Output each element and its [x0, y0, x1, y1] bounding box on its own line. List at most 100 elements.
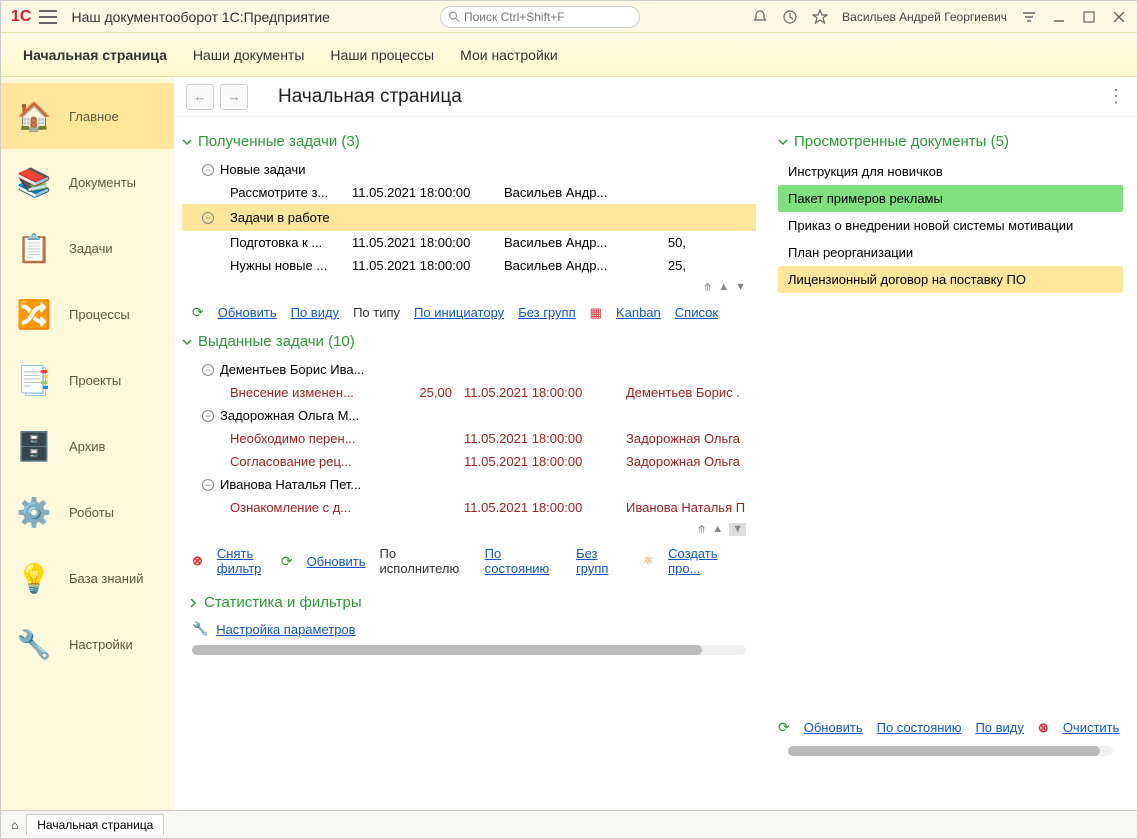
collapse-icon[interactable]: − [202, 212, 214, 224]
task-group[interactable]: −Иванова Наталья Пет... [182, 473, 756, 496]
received-toolbar: ⟳ Обновить По виду По типу По инициатору… [182, 298, 756, 327]
sidebar-item[interactable]: 📋Задачи [1, 215, 174, 281]
sidebar-item[interactable]: 🗄️Архив [1, 413, 174, 479]
scroll-down-icon[interactable]: ▼ [729, 523, 746, 536]
menu-item[interactable]: Начальная страница [23, 47, 167, 63]
received-tasks-header[interactable]: Полученные задачи (3) [182, 133, 756, 150]
bystate-link[interactable]: По состоянию [485, 546, 562, 576]
refresh-icon[interactable]: ⟳ [778, 719, 790, 736]
nogroup-link-2[interactable]: Без групп [576, 546, 628, 576]
clear-filter-link[interactable]: Снять фильтр [217, 546, 267, 576]
doc-item[interactable]: Пакет примеров рекламы [778, 185, 1123, 212]
nav-back-button[interactable]: ← [186, 84, 214, 110]
task-title: Рассмотрите з... [230, 185, 340, 200]
sidebar-item[interactable]: 📑Проекты [1, 347, 174, 413]
history-icon[interactable] [782, 9, 798, 25]
sidebar-item[interactable]: 🔧Настройки [1, 611, 174, 677]
collapse-icon[interactable]: − [202, 410, 214, 422]
params-link[interactable]: Настройка параметров [216, 622, 355, 637]
refresh-link-3[interactable]: Обновить [804, 720, 863, 735]
issued-task-row[interactable]: Внесение изменен...25,0011.05.2021 18:00… [182, 381, 756, 404]
task-group[interactable]: −Новые задачи [182, 158, 756, 181]
clear-filter-icon[interactable]: ⊗ [192, 553, 203, 569]
right-scrollbar[interactable] [788, 746, 1113, 756]
sidebar-label: Задачи [69, 241, 113, 256]
menu-item[interactable]: Наши документы [193, 47, 305, 63]
bystate-link-2[interactable]: По состоянию [877, 720, 962, 735]
collapse-icon[interactable]: − [202, 164, 214, 176]
search-input[interactable] [464, 10, 631, 24]
close-icon[interactable] [1111, 9, 1127, 25]
search-box[interactable] [440, 6, 640, 28]
scroll-top-icon[interactable]: ⤊ [703, 281, 712, 294]
collapse-icon[interactable]: − [202, 479, 214, 491]
issued-task-row[interactable]: Ознакомление с д...11.05.2021 18:00:00Ив… [182, 496, 756, 519]
filter-icon[interactable] [1021, 9, 1037, 25]
sidebar-item[interactable]: 🔀Процессы [1, 281, 174, 347]
footer-tab[interactable]: Начальная страница [26, 814, 164, 835]
task-user: Дементьев Борис . [626, 385, 752, 400]
task-date: 11.05.2021 18:00:00 [464, 385, 614, 400]
task-group[interactable]: −Дементьев Борис Ива... [182, 358, 756, 381]
list-link[interactable]: Список [675, 305, 718, 320]
sidebar-item[interactable]: ⚙️Роботы [1, 479, 174, 545]
doc-item[interactable]: План реорганизации [778, 239, 1123, 266]
group-name: Новые задачи [220, 162, 305, 177]
sidebar-item[interactable]: 🏠Главное [1, 83, 174, 149]
byview-link-2[interactable]: По виду [975, 720, 1023, 735]
task-group[interactable]: −Задачи в работе [182, 204, 756, 231]
scroll-top-icon[interactable]: ⤊ [697, 523, 706, 536]
username[interactable]: Васильев Андрей Георгиевич [842, 10, 1007, 24]
nogroup-link[interactable]: Без групп [518, 305, 575, 320]
received-tasks-title: Полученные задачи (3) [198, 133, 360, 150]
doc-item[interactable]: Лицензионный договор на поставку ПО [778, 266, 1123, 293]
scroll-down-icon[interactable]: ▼ [735, 281, 746, 294]
byexec-label[interactable]: По исполнителю [380, 546, 471, 576]
sidebar-icon: 🗄️ [17, 429, 51, 463]
window-title: Наш документооборот 1С:Предприятие [71, 9, 330, 25]
viewed-docs-header[interactable]: Просмотренные документы (5) [778, 133, 1123, 150]
kanban-link[interactable]: Kanban [616, 305, 661, 320]
home-icon[interactable]: ⌂ [11, 818, 18, 832]
task-row[interactable]: Подготовка к ...11.05.2021 18:00:00Васил… [182, 231, 756, 254]
titlebar: 1C Наш документооборот 1С:Предприятие Ва… [1, 1, 1137, 33]
star-icon[interactable] [812, 9, 828, 25]
byview-link[interactable]: По виду [291, 305, 339, 320]
maximize-icon[interactable] [1081, 9, 1097, 25]
menu-icon[interactable] [39, 10, 57, 24]
doc-item[interactable]: Приказ о внедрении новой системы мотивац… [778, 212, 1123, 239]
clear-link[interactable]: Очистить [1063, 720, 1120, 735]
doc-item[interactable]: Инструкция для новичков [778, 158, 1123, 185]
nav-forward-button[interactable]: → [220, 84, 248, 110]
refresh-link[interactable]: Обновить [218, 305, 277, 320]
more-icon[interactable]: ⋮ [1107, 86, 1125, 107]
refresh-icon[interactable]: ⟳ [192, 304, 204, 321]
bell-icon[interactable] [752, 9, 768, 25]
right-panel: Просмотренные документы (5) Инструкция д… [764, 117, 1137, 810]
sidebar-item[interactable]: 💡База знаний [1, 545, 174, 611]
refresh-link-2[interactable]: Обновить [307, 554, 366, 569]
task-user: Задорожная Ольга [626, 454, 752, 469]
menu-item[interactable]: Мои настройки [460, 47, 558, 63]
create-link[interactable]: Создать про... [668, 546, 746, 576]
bytype-label[interactable]: По типу [353, 305, 400, 320]
task-row[interactable]: Рассмотрите з...11.05.2021 18:00:00Васил… [182, 181, 756, 204]
task-group[interactable]: −Задорожная Ольга М... [182, 404, 756, 427]
task-row[interactable]: Нужны новые ...11.05.2021 18:00:00Василь… [182, 254, 756, 277]
menu-item[interactable]: Наши процессы [330, 47, 434, 63]
byinit-link[interactable]: По инициатору [414, 305, 504, 320]
refresh-icon[interactable]: ⟳ [281, 553, 293, 570]
scroll-up-icon[interactable]: ▲ [712, 523, 723, 536]
minimize-icon[interactable] [1051, 9, 1067, 25]
issued-task-row[interactable]: Согласование рец...11.05.2021 18:00:00За… [182, 450, 756, 473]
sidebar-item[interactable]: 📚Документы [1, 149, 174, 215]
stats-header[interactable]: Статистика и фильтры [188, 594, 756, 611]
issued-tasks-header[interactable]: Выданные задачи (10) [182, 333, 756, 350]
scroll-up-icon[interactable]: ▲ [718, 281, 729, 294]
chevron-down-icon [778, 137, 788, 147]
issued-task-row[interactable]: Необходимо перен...11.05.2021 18:00:00За… [182, 427, 756, 450]
clear-icon[interactable]: ⊗ [1038, 720, 1049, 736]
left-scrollbar[interactable] [192, 645, 746, 655]
chevron-right-icon [188, 598, 198, 608]
collapse-icon[interactable]: − [202, 364, 214, 376]
